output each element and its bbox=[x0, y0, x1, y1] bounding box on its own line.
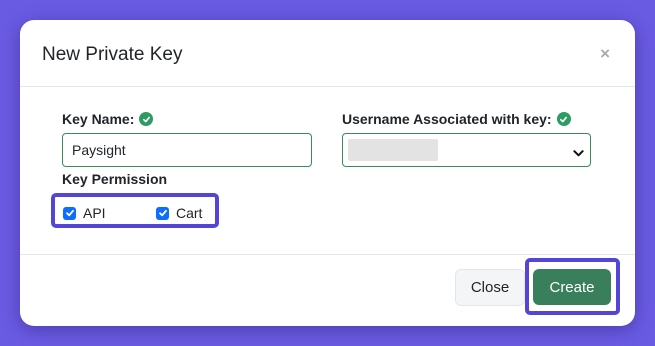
permission-cart-checkbox[interactable]: Cart bbox=[156, 205, 202, 221]
username-select[interactable] bbox=[342, 133, 591, 167]
footer-divider bbox=[20, 254, 635, 255]
check-circle-icon bbox=[139, 112, 154, 126]
chevron-down-icon bbox=[573, 145, 584, 163]
key-permission-label: Key Permission bbox=[62, 171, 168, 187]
permission-api-checkbox[interactable]: API bbox=[63, 205, 106, 221]
modal-title: New Private Key bbox=[42, 44, 183, 65]
checkbox-checked-icon[interactable] bbox=[156, 206, 169, 220]
check-circle-icon bbox=[556, 112, 571, 126]
create-button[interactable]: Create bbox=[533, 269, 611, 305]
username-label: Username Associated with key: bbox=[342, 111, 552, 127]
checkbox-checked-icon[interactable] bbox=[63, 206, 76, 220]
key-name-input[interactable] bbox=[62, 133, 312, 167]
key-name-label-row: Key Name: bbox=[62, 111, 154, 127]
close-icon[interactable]: × bbox=[600, 45, 610, 62]
username-label-row: Username Associated with key: bbox=[342, 111, 571, 127]
modal-header: New Private Key × bbox=[20, 20, 635, 87]
permission-api-label: API bbox=[83, 205, 106, 221]
key-name-label: Key Name: bbox=[62, 111, 135, 127]
new-private-key-modal: New Private Key × Key Name: Username Ass… bbox=[20, 20, 635, 326]
redacted-username bbox=[348, 139, 438, 161]
permission-cart-label: Cart bbox=[176, 205, 203, 221]
close-button[interactable]: Close bbox=[455, 269, 525, 306]
